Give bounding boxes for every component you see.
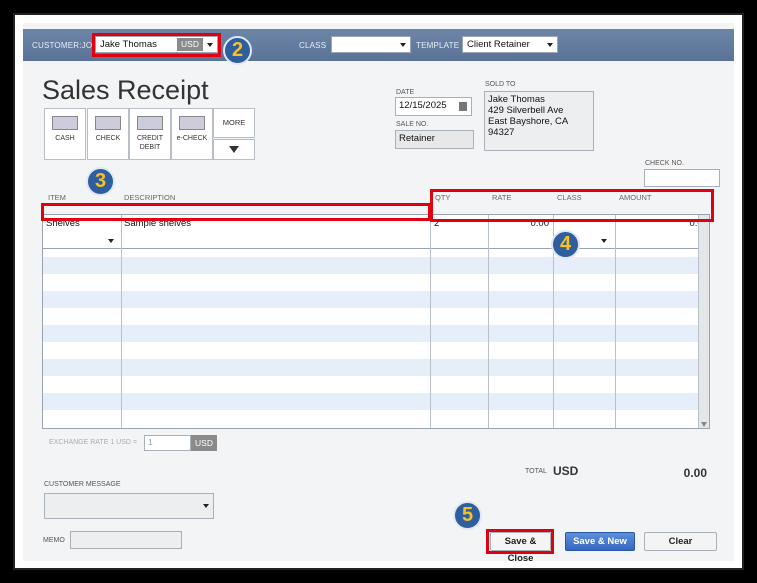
table-row[interactable] [43, 359, 709, 376]
chevron-down-icon[interactable] [396, 37, 410, 52]
sold-to-field[interactable]: Jake Thomas 429 Silverbell Ave East Bays… [484, 91, 594, 151]
cash-icon [52, 116, 78, 130]
col-divider [488, 215, 489, 428]
sales-receipt-window: CUSTOMER:JOB Jake Thomas USD CLASS TEMPL… [23, 23, 734, 561]
line-items-table: Shelves Sample shelves 2 0.00 0.00 [42, 214, 710, 429]
check-button[interactable]: CHECK [87, 108, 129, 160]
customer-message-label: CUSTOMER MESSAGE [44, 481, 121, 488]
sale-no-field[interactable]: Retainer [395, 130, 474, 149]
table-row[interactable] [43, 393, 709, 410]
echeck-button[interactable]: e-CHECK [171, 108, 213, 160]
triangle-down-icon [229, 146, 239, 153]
check-icon [95, 116, 121, 130]
class-dropdown-icon[interactable] [601, 239, 607, 243]
monitor-icon [179, 116, 205, 130]
more-dropdown-button[interactable] [213, 139, 255, 160]
step-badge-2: 2 [223, 36, 252, 65]
step-badge-4: 4 [551, 230, 580, 259]
scroll-down-icon[interactable] [701, 422, 707, 427]
exchange-rate-field[interactable]: 1 [144, 435, 191, 451]
table-row[interactable] [43, 325, 709, 342]
item-dropdown-icon[interactable] [108, 239, 114, 243]
class-dropdown[interactable] [331, 36, 411, 53]
template-value: Client Retainer [467, 39, 530, 50]
sold-to-label: SOLD TO [485, 81, 516, 88]
save-new-button[interactable]: Save & New [565, 532, 635, 551]
total-value: 0.00 [683, 466, 707, 480]
col-header-description: DESCRIPTION [124, 193, 176, 202]
sale-no-label: SALE NO. [396, 121, 429, 128]
customer-job-label: CUSTOMER:JOB [32, 41, 98, 50]
col-divider [615, 215, 616, 428]
clear-button[interactable]: Clear [644, 532, 717, 551]
total-label: TOTAL [525, 468, 547, 475]
sold-to-line: East Bayshore, CA 94327 [488, 116, 568, 138]
memo-label: MEMO [43, 537, 65, 544]
chevron-down-icon[interactable] [543, 37, 557, 52]
date-label: DATE [396, 89, 415, 96]
total-currency: USD [553, 464, 579, 478]
col-divider [430, 215, 431, 428]
calendar-icon[interactable] [459, 102, 467, 111]
check-no-label: CHECK NO. [645, 160, 684, 167]
table-row[interactable] [43, 291, 709, 308]
date-field[interactable]: 12/15/2025 [395, 97, 472, 116]
template-label: TEMPLATE [416, 41, 460, 50]
template-dropdown[interactable]: Client Retainer [462, 36, 558, 53]
col-header-item: ITEM [48, 193, 66, 202]
table-row[interactable] [43, 257, 709, 274]
highlight-save-close [486, 529, 554, 554]
class-label: CLASS [299, 41, 327, 50]
cash-button[interactable]: CASH [44, 108, 86, 160]
memo-field[interactable] [70, 531, 182, 549]
table-row-entry[interactable] [43, 232, 709, 249]
exchange-currency-badge: USD [191, 435, 217, 451]
step-badge-3: 3 [86, 167, 115, 196]
customer-message-dropdown[interactable] [44, 493, 214, 519]
table-scrollbar[interactable] [698, 215, 709, 428]
credit-card-icon [137, 116, 163, 130]
more-button[interactable]: MORE [213, 108, 255, 138]
highlight-item-description [41, 203, 431, 221]
step-badge-5: 5 [453, 501, 482, 530]
highlight-customer [92, 33, 221, 57]
sold-to-line: Jake Thomas [488, 94, 545, 105]
check-no-field[interactable] [644, 169, 720, 187]
highlight-qty-amount [430, 189, 714, 222]
page-title: Sales Receipt [42, 75, 209, 105]
chevron-down-icon[interactable] [203, 504, 209, 508]
col-divider [121, 215, 122, 428]
credit-debit-button[interactable]: CREDIT DEBIT [129, 108, 171, 160]
sold-to-line: 429 Silverbell Ave [488, 105, 564, 116]
exchange-rate-label: EXCHANGE RATE 1 USD = [49, 439, 137, 446]
